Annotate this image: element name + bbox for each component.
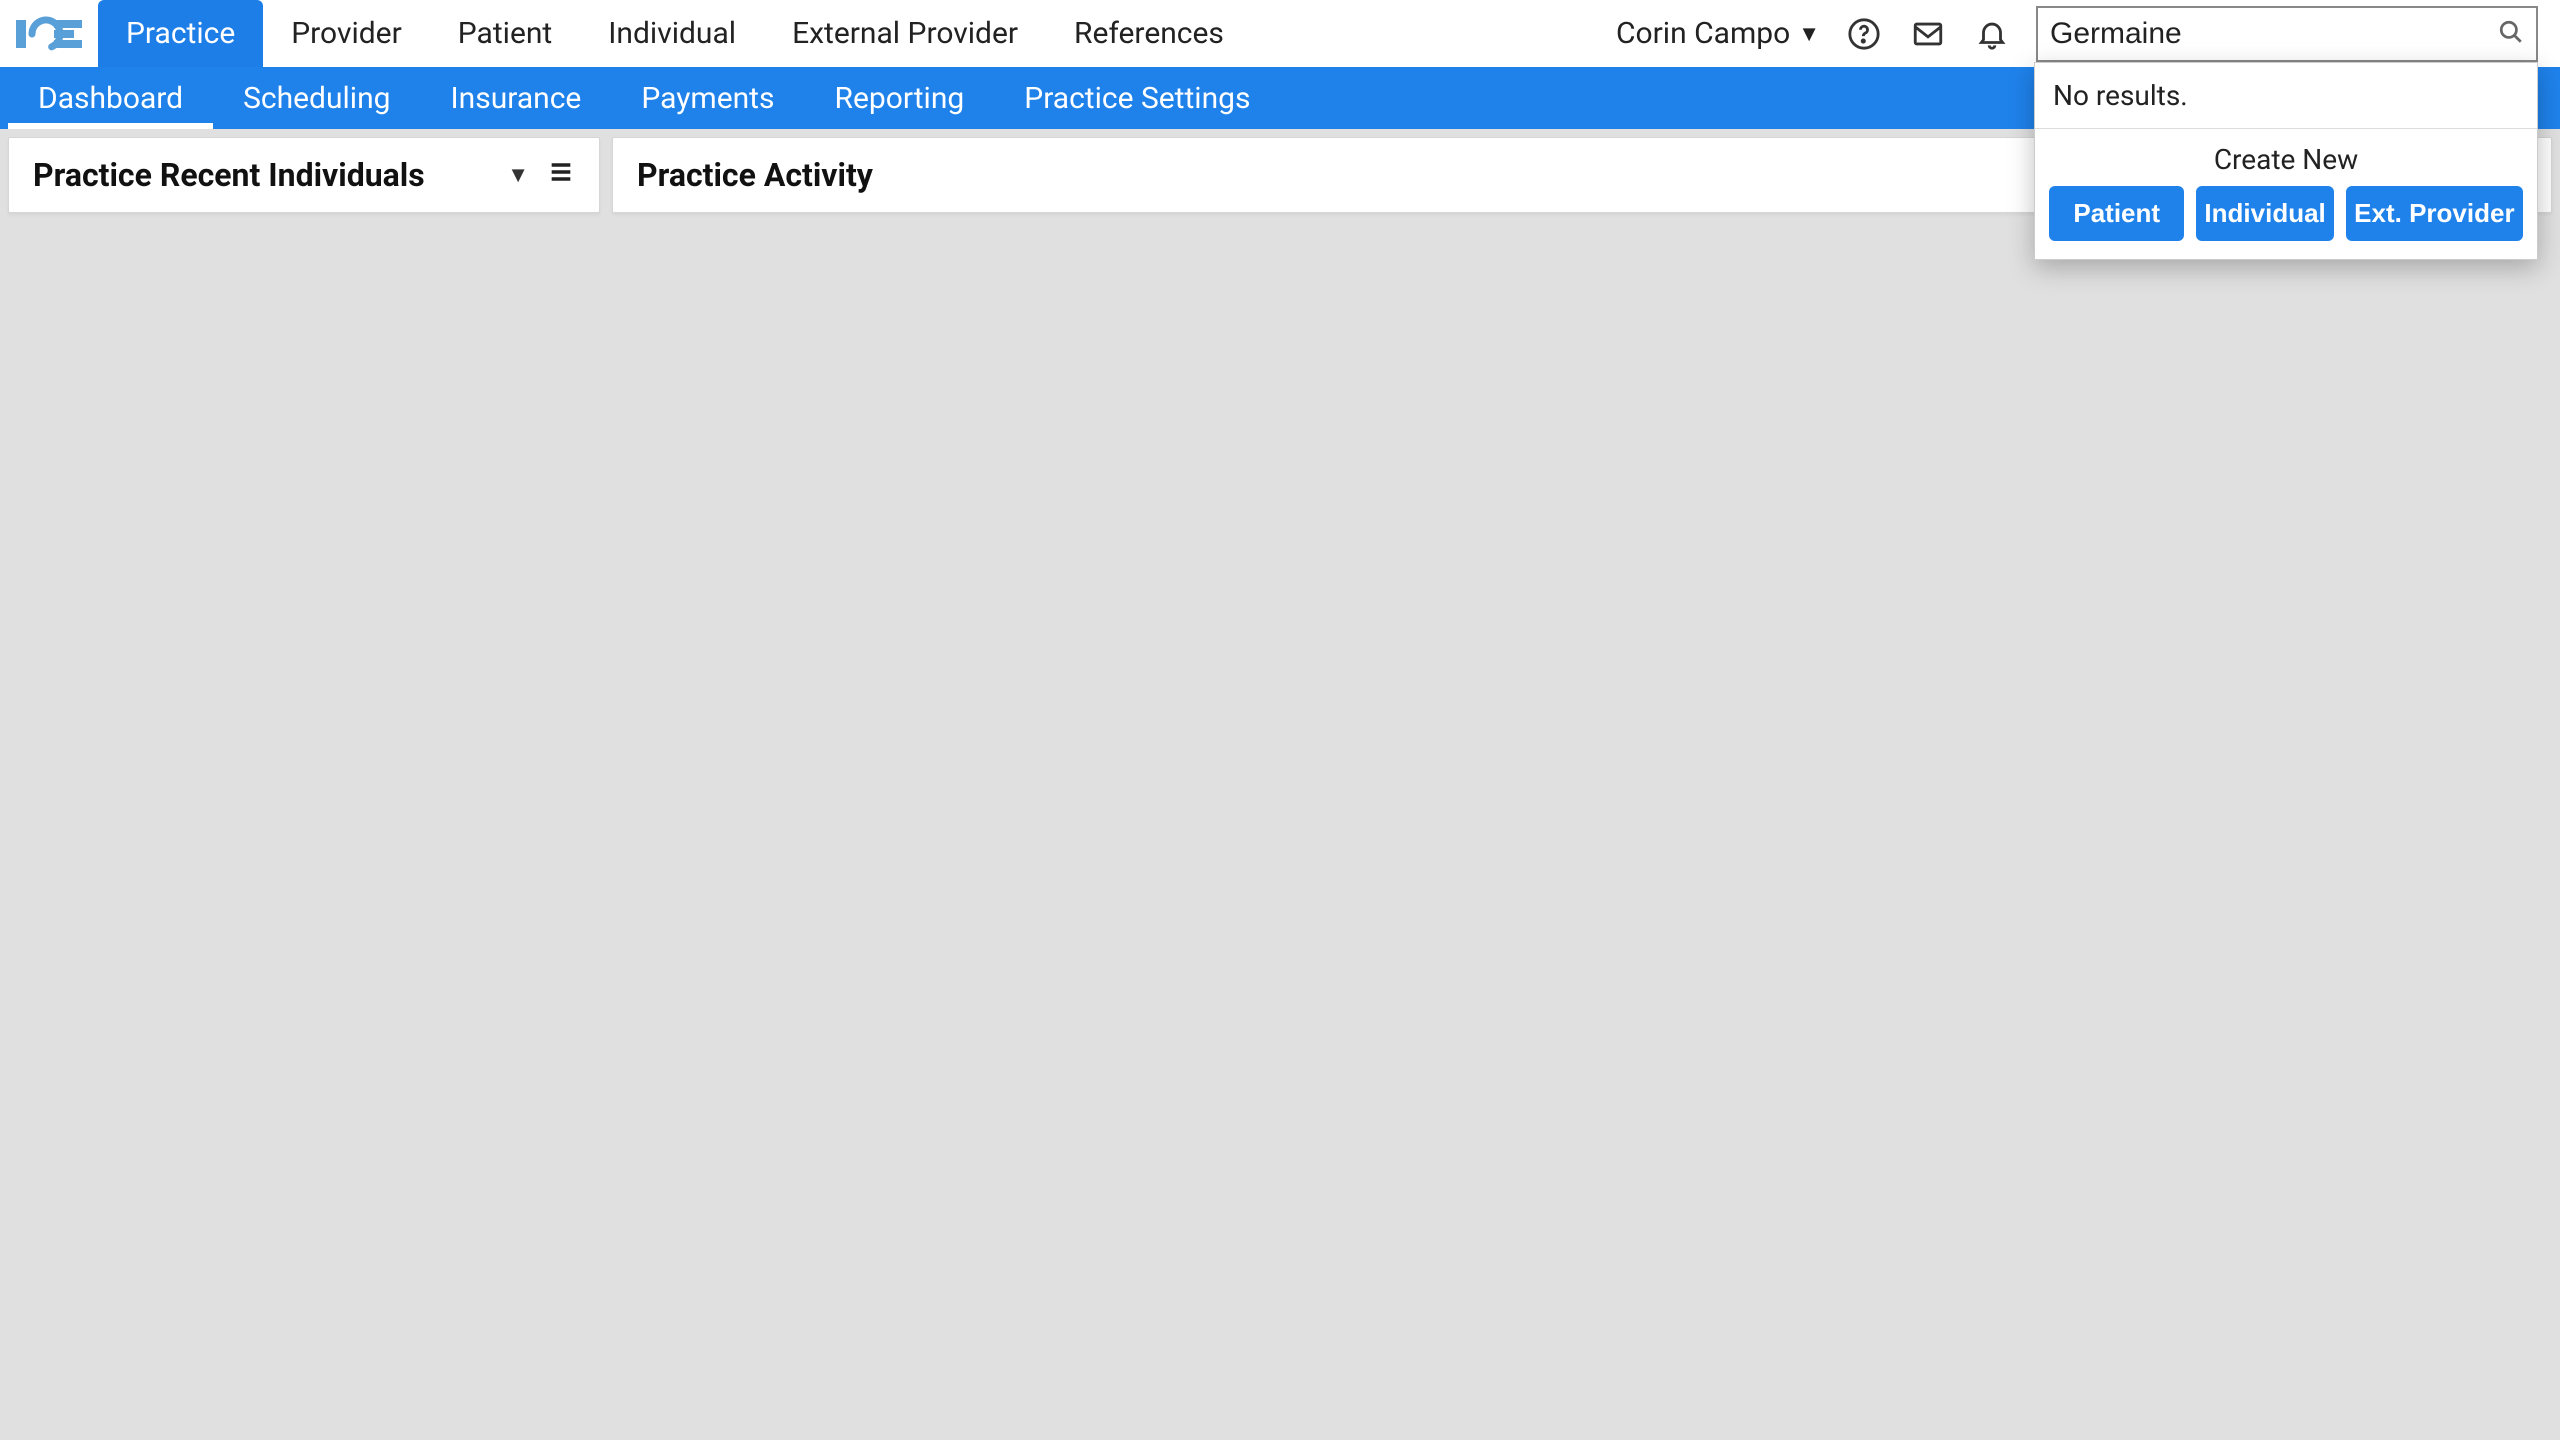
- tab-references[interactable]: References: [1046, 0, 1252, 67]
- subtab-label: Practice Settings: [1024, 81, 1250, 116]
- search-results-dropdown: No results. Create New Patient Individua…: [2034, 62, 2538, 260]
- chevron-down-icon: ▼: [1798, 21, 1820, 47]
- create-individual-button[interactable]: Individual: [2196, 186, 2333, 241]
- app-logo[interactable]: [14, 14, 86, 54]
- create-ext-provider-button[interactable]: Ext. Provider: [2346, 186, 2523, 241]
- panel-controls: ▼: [507, 156, 575, 194]
- create-new-header: Create New: [2035, 129, 2537, 186]
- tab-practice[interactable]: Practice: [98, 0, 263, 67]
- subtab-label: Reporting: [834, 81, 964, 116]
- top-nav-bar: Practice Provider Patient Individual Ext…: [0, 0, 2560, 67]
- search-no-results: No results.: [2035, 63, 2537, 129]
- mail-icon: [1911, 17, 1945, 51]
- collapse-toggle-icon[interactable]: ▼: [507, 162, 529, 188]
- menu-icon: [547, 158, 575, 186]
- tab-label: References: [1074, 16, 1224, 51]
- subtab-label: Payments: [641, 81, 774, 116]
- subtab-label: Dashboard: [38, 81, 183, 116]
- top-right-controls: Corin Campo ▼ No results. Create New Pat…: [1616, 6, 2546, 62]
- bell-icon: [1975, 17, 2009, 51]
- help-button[interactable]: [1844, 14, 1884, 54]
- create-new-buttons: Patient Individual Ext. Provider: [2035, 186, 2537, 259]
- tab-label: Provider: [291, 16, 402, 51]
- tab-label: Individual: [608, 16, 736, 51]
- user-menu[interactable]: Corin Campo ▼: [1616, 16, 1820, 51]
- create-patient-button[interactable]: Patient: [2049, 186, 2184, 241]
- subtab-insurance[interactable]: Insurance: [421, 67, 612, 129]
- subtab-payments[interactable]: Payments: [611, 67, 804, 129]
- subtab-dashboard[interactable]: Dashboard: [8, 67, 213, 129]
- tab-individual[interactable]: Individual: [580, 0, 764, 67]
- subtab-practice-settings[interactable]: Practice Settings: [994, 67, 1280, 129]
- help-icon: [1847, 17, 1881, 51]
- tab-label: Practice: [126, 16, 235, 51]
- panel-title: Practice Recent Individuals: [33, 156, 425, 194]
- tab-provider[interactable]: Provider: [263, 0, 430, 67]
- subtab-scheduling[interactable]: Scheduling: [213, 67, 420, 129]
- main-tabs: Practice Provider Patient Individual Ext…: [98, 0, 1252, 67]
- subtab-label: Scheduling: [243, 81, 390, 116]
- subtab-reporting[interactable]: Reporting: [804, 67, 994, 129]
- tab-label: External Provider: [792, 16, 1018, 51]
- recent-individuals-panel: Practice Recent Individuals ▼: [8, 137, 600, 213]
- search-input[interactable]: [2036, 6, 2538, 62]
- notifications-button[interactable]: [1972, 14, 2012, 54]
- panel-title: Practice Activity: [637, 156, 873, 194]
- panel-header: Practice Recent Individuals ▼: [9, 138, 599, 212]
- mail-button[interactable]: [1908, 14, 1948, 54]
- search-container: No results. Create New Patient Individua…: [2036, 6, 2538, 62]
- tab-label: Patient: [458, 16, 552, 51]
- tab-patient[interactable]: Patient: [430, 0, 580, 67]
- subtab-label: Insurance: [451, 81, 582, 116]
- panel-menu-button[interactable]: [547, 156, 575, 194]
- tab-external-provider[interactable]: External Provider: [764, 0, 1046, 67]
- user-name: Corin Campo: [1616, 16, 1790, 51]
